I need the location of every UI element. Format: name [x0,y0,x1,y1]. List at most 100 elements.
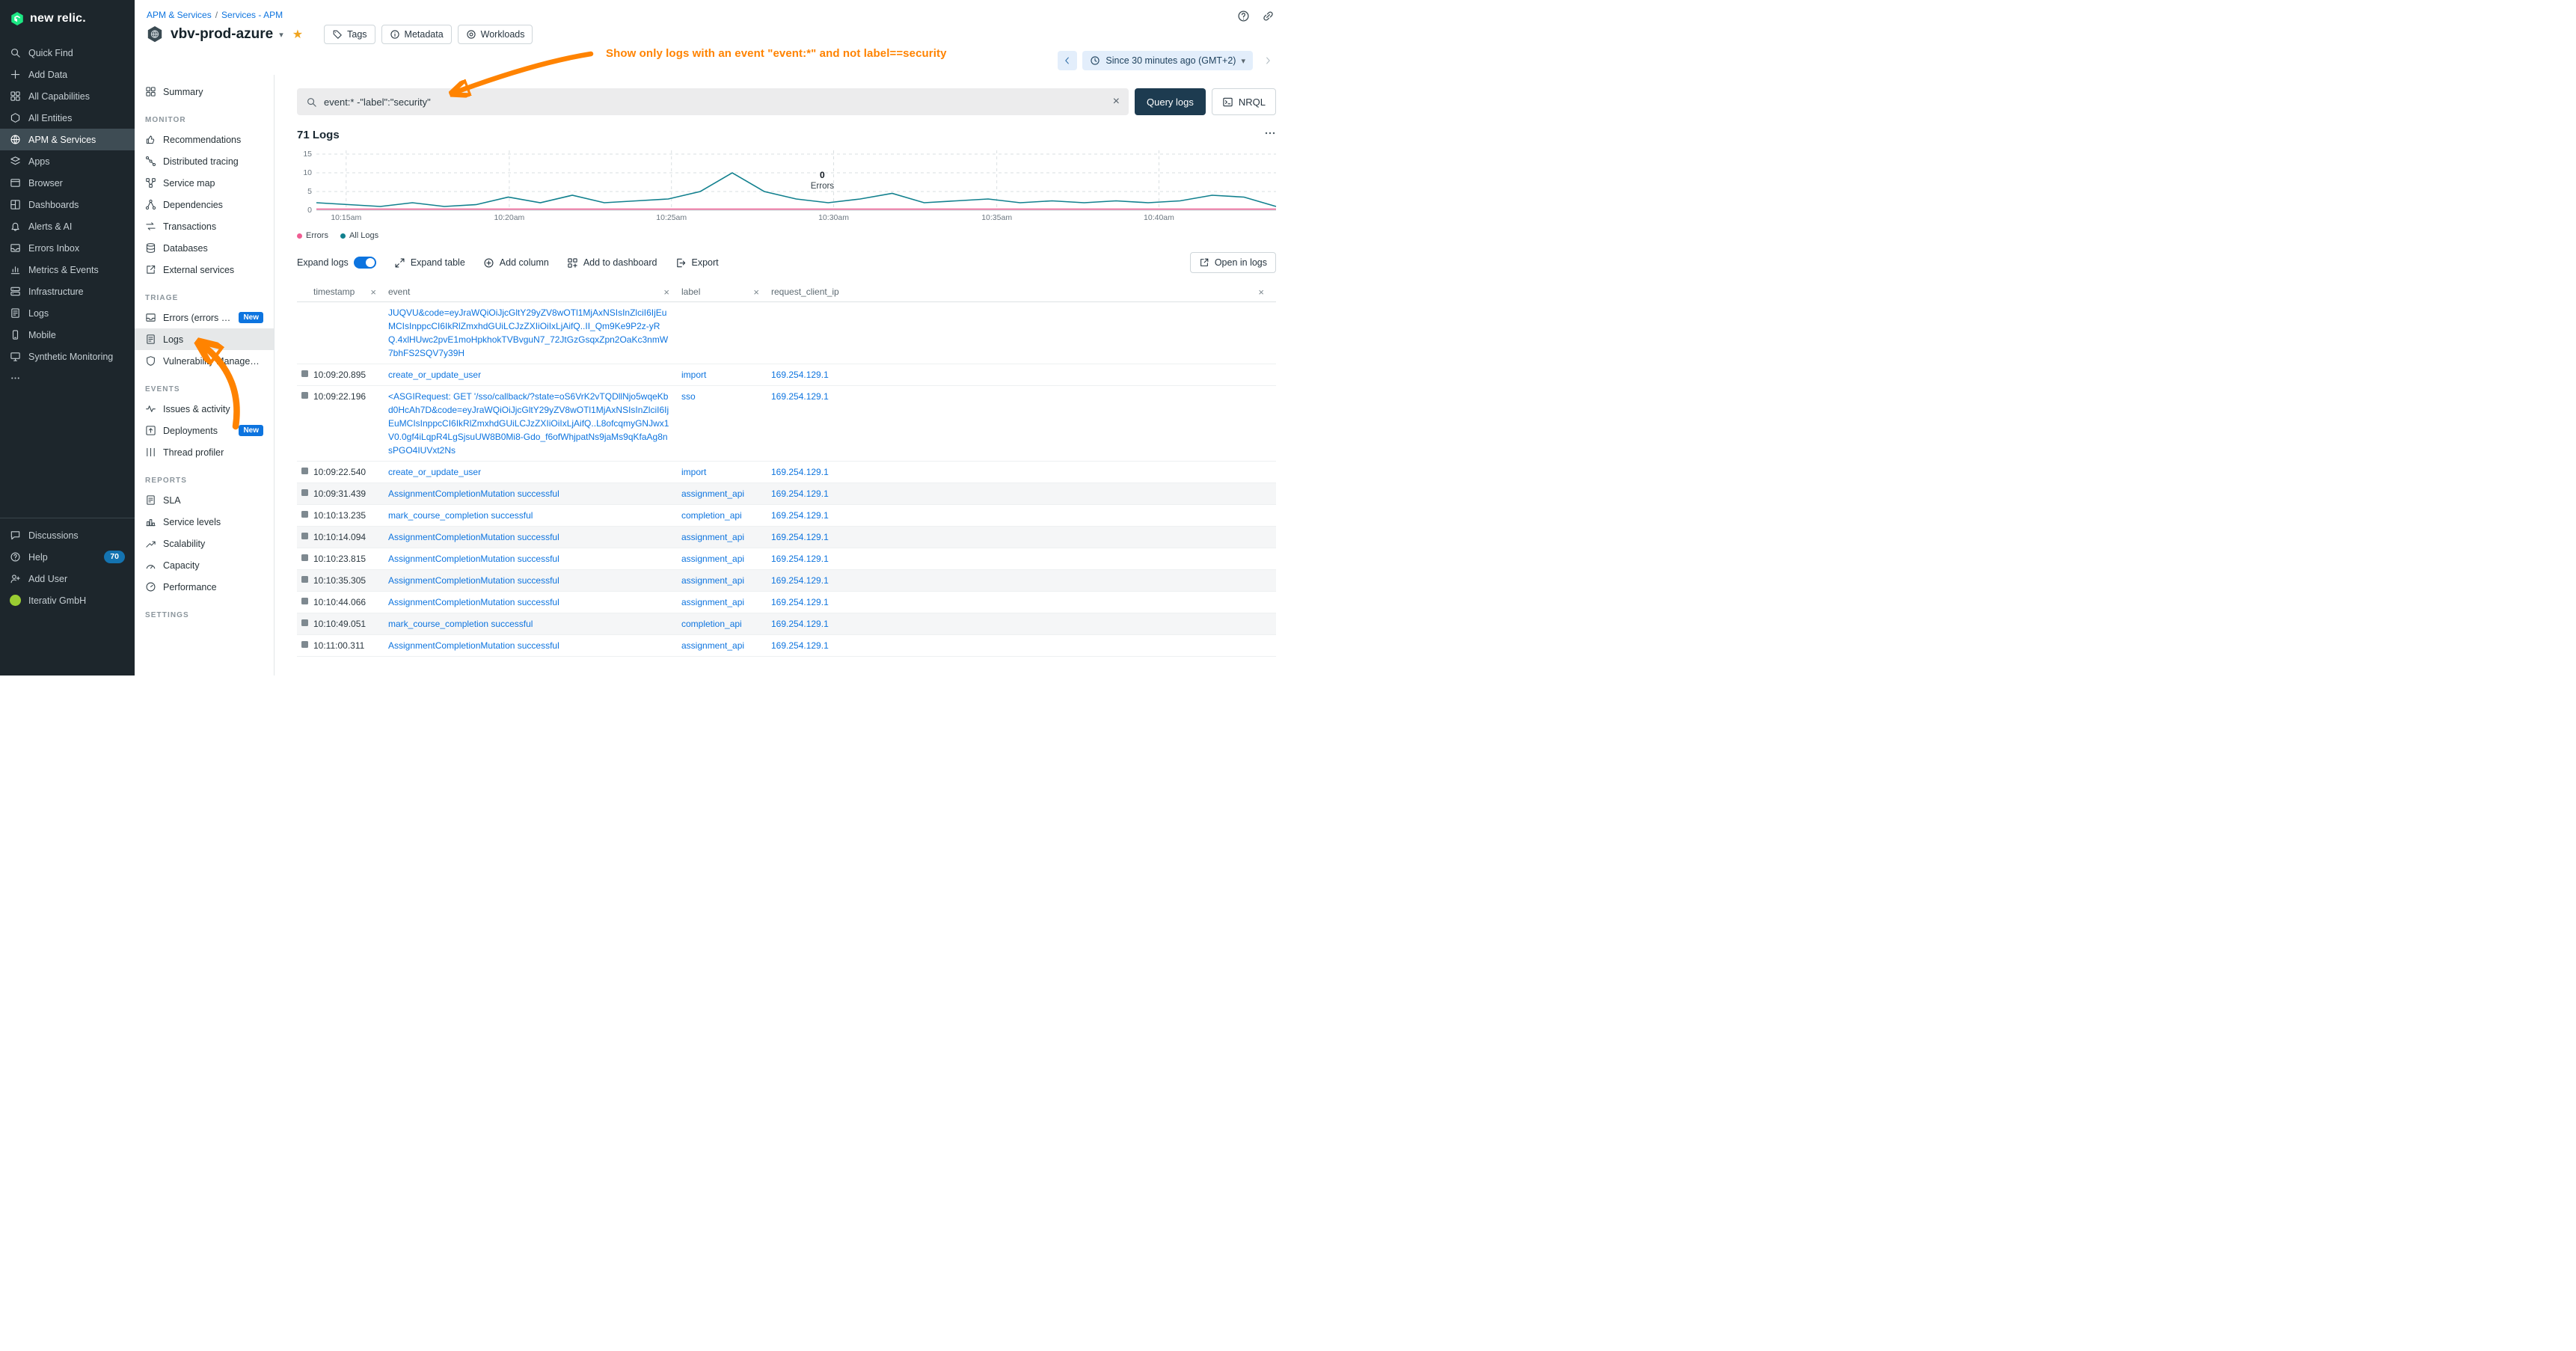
sidebar-item-quick-find[interactable]: Quick Find [0,42,135,64]
label-link[interactable]: assignment_api [681,640,744,651]
subnav-item-transactions[interactable]: Transactions [135,215,274,237]
column-header-event[interactable]: event× [388,287,681,297]
sidebar-item-organization[interactable]: Iterativ GmbH [0,589,135,611]
subnav-item-distributed-tracing[interactable]: Distributed tracing [135,150,274,172]
subnav-item-issues-activity[interactable]: Issues & activity [135,398,274,420]
event-link[interactable]: AssignmentCompletionMutation successful [388,575,559,586]
ip-link[interactable]: 169.254.129.1 [771,532,829,542]
table-row[interactable]: 10:10:13.235 mark_course_completion succ… [297,505,1276,527]
query-logs-button[interactable]: Query logs [1135,88,1206,115]
close-column-x-icon[interactable]: × [370,287,376,297]
tags-button[interactable]: Tags [324,25,375,44]
label-link[interactable]: assignment_api [681,597,744,607]
ip-link[interactable]: 169.254.129.1 [771,391,829,402]
close-column-x-icon[interactable]: × [753,287,759,297]
clear-query-icon[interactable]: × [1113,96,1120,108]
table-row[interactable]: 10:10:35.305 AssignmentCompletionMutatio… [297,570,1276,592]
subnav-item-external-services[interactable]: External services [135,259,274,281]
event-link[interactable]: create_or_update_user [388,467,481,477]
subnav-item-deployments[interactable]: DeploymentsNew [135,420,274,441]
sidebar-item-all-entities[interactable]: All Entities [0,107,135,129]
table-row[interactable]: 10:10:49.051 mark_course_completion succ… [297,613,1276,635]
export-button[interactable]: Export [675,257,719,269]
sidebar-item-metrics-events[interactable]: Metrics & Events [0,259,135,281]
label-link[interactable]: import [681,370,706,380]
subnav-item-errors-inbox[interactable]: Errors (errors inbox)New [135,307,274,328]
subnav-item-vulnerability-management[interactable]: Vulnerability Management [135,350,274,372]
sidebar-item-apps[interactable]: Apps [0,150,135,172]
sidebar-item-mobile[interactable]: Mobile [0,324,135,346]
add-column-button[interactable]: Add column [483,257,549,269]
subnav-item-databases[interactable]: Databases [135,237,274,259]
label-link[interactable]: assignment_api [681,488,744,499]
close-column-x-icon[interactable]: × [1258,287,1264,297]
column-header-timestamp[interactable]: timestamp× [297,287,388,297]
event-link[interactable]: <ASGIRequest: GET '/sso/callback/?state=… [388,391,669,456]
sidebar-item-alerts-ai[interactable]: Alerts & AI [0,215,135,237]
ip-link[interactable]: 169.254.129.1 [771,370,829,380]
subnav-item-sla[interactable]: SLA [135,489,274,511]
ip-link[interactable]: 169.254.129.1 [771,619,829,629]
subnav-item-scalability[interactable]: Scalability [135,533,274,554]
event-link[interactable]: AssignmentCompletionMutation successful [388,640,559,651]
table-row[interactable]: 10:09:22.196 <ASGIRequest: GET '/sso/cal… [297,386,1276,462]
label-link[interactable]: assignment_api [681,575,744,586]
table-row[interactable]: 10:11:00.311 AssignmentCompletionMutatio… [297,635,1276,657]
time-picker[interactable]: Since 30 minutes ago (GMT+2) ▾ [1082,51,1253,70]
ip-link[interactable]: 169.254.129.1 [771,597,829,607]
table-row[interactable]: 10:09:22.540 create_or_update_user impor… [297,462,1276,483]
time-forward-button[interactable] [1258,51,1278,70]
subnav-item-service-levels[interactable]: Service levels [135,511,274,533]
permalink-icon[interactable] [1262,10,1275,22]
label-link[interactable]: assignment_api [681,554,744,564]
label-link[interactable]: completion_api [681,510,742,521]
sidebar-item-dashboards[interactable]: Dashboards [0,194,135,215]
table-row[interactable]: 10:10:44.066 AssignmentCompletionMutatio… [297,592,1276,613]
column-header-request-client-ip[interactable]: request_client_ip× [771,287,1276,297]
row-marker[interactable] [301,619,308,626]
label-link[interactable]: completion_api [681,619,742,629]
subnav-item-dependencies[interactable]: Dependencies [135,194,274,215]
row-marker[interactable] [301,468,308,474]
kebab-menu-icon[interactable] [1264,127,1276,143]
event-link[interactable]: mark_course_completion successful [388,510,533,521]
subnav-item-thread-profiler[interactable]: Thread profiler [135,441,274,463]
event-link[interactable]: AssignmentCompletionMutation successful [388,554,559,564]
subnav-item-recommendations[interactable]: Recommendations [135,129,274,150]
brand[interactable]: new relic. [0,0,135,37]
ip-link[interactable]: 169.254.129.1 [771,488,829,499]
subnav-item-service-map[interactable]: Service map [135,172,274,194]
sidebar-item-infrastructure[interactable]: Infrastructure [0,281,135,302]
time-back-button[interactable] [1058,51,1077,70]
legend-all-logs[interactable]: All Logs [340,231,378,240]
table-row[interactable]: 10:10:14.094 AssignmentCompletionMutatio… [297,527,1276,548]
workloads-button[interactable]: Workloads [458,25,533,44]
table-row[interactable]: 10:09:31.439 AssignmentCompletionMutatio… [297,483,1276,505]
ip-link[interactable]: 169.254.129.1 [771,640,829,651]
label-link[interactable]: sso [681,391,696,402]
chart-plot-area[interactable]: 0 Errors [316,150,1276,210]
event-link[interactable]: AssignmentCompletionMutation successful [388,488,559,499]
nrql-button[interactable]: NRQL [1212,88,1276,115]
label-link[interactable]: import [681,467,706,477]
subnav-item-performance[interactable]: Performance [135,576,274,598]
sidebar-item-discussions[interactable]: Discussions [0,524,135,546]
event-link[interactable]: AssignmentCompletionMutation successful [388,532,559,542]
sidebar-item-all-capabilities[interactable]: All Capabilities [0,85,135,107]
subnav-item-logs[interactable]: Logs [135,328,274,350]
close-column-x-icon[interactable]: × [663,287,669,297]
breadcrumb-apm-services[interactable]: APM & Services [147,10,212,20]
title-caret-down-icon[interactable]: ▾ [279,30,283,40]
ip-link[interactable]: 169.254.129.1 [771,510,829,521]
favorite-star-icon[interactable]: ★ [292,27,303,42]
ip-link[interactable]: 169.254.129.1 [771,467,829,477]
column-header-label[interactable]: label× [681,287,771,297]
log-query-input[interactable]: event:* -"label":"security" × [297,88,1129,115]
row-marker[interactable] [301,554,308,561]
sidebar-item-errors-inbox[interactable]: Errors Inbox [0,237,135,259]
breadcrumb-services-apm[interactable]: Services - APM [221,10,283,20]
row-marker[interactable] [301,533,308,539]
subnav-item-capacity[interactable]: Capacity [135,554,274,576]
metadata-button[interactable]: Metadata [381,25,452,44]
toggle-on-icon[interactable] [354,257,376,269]
